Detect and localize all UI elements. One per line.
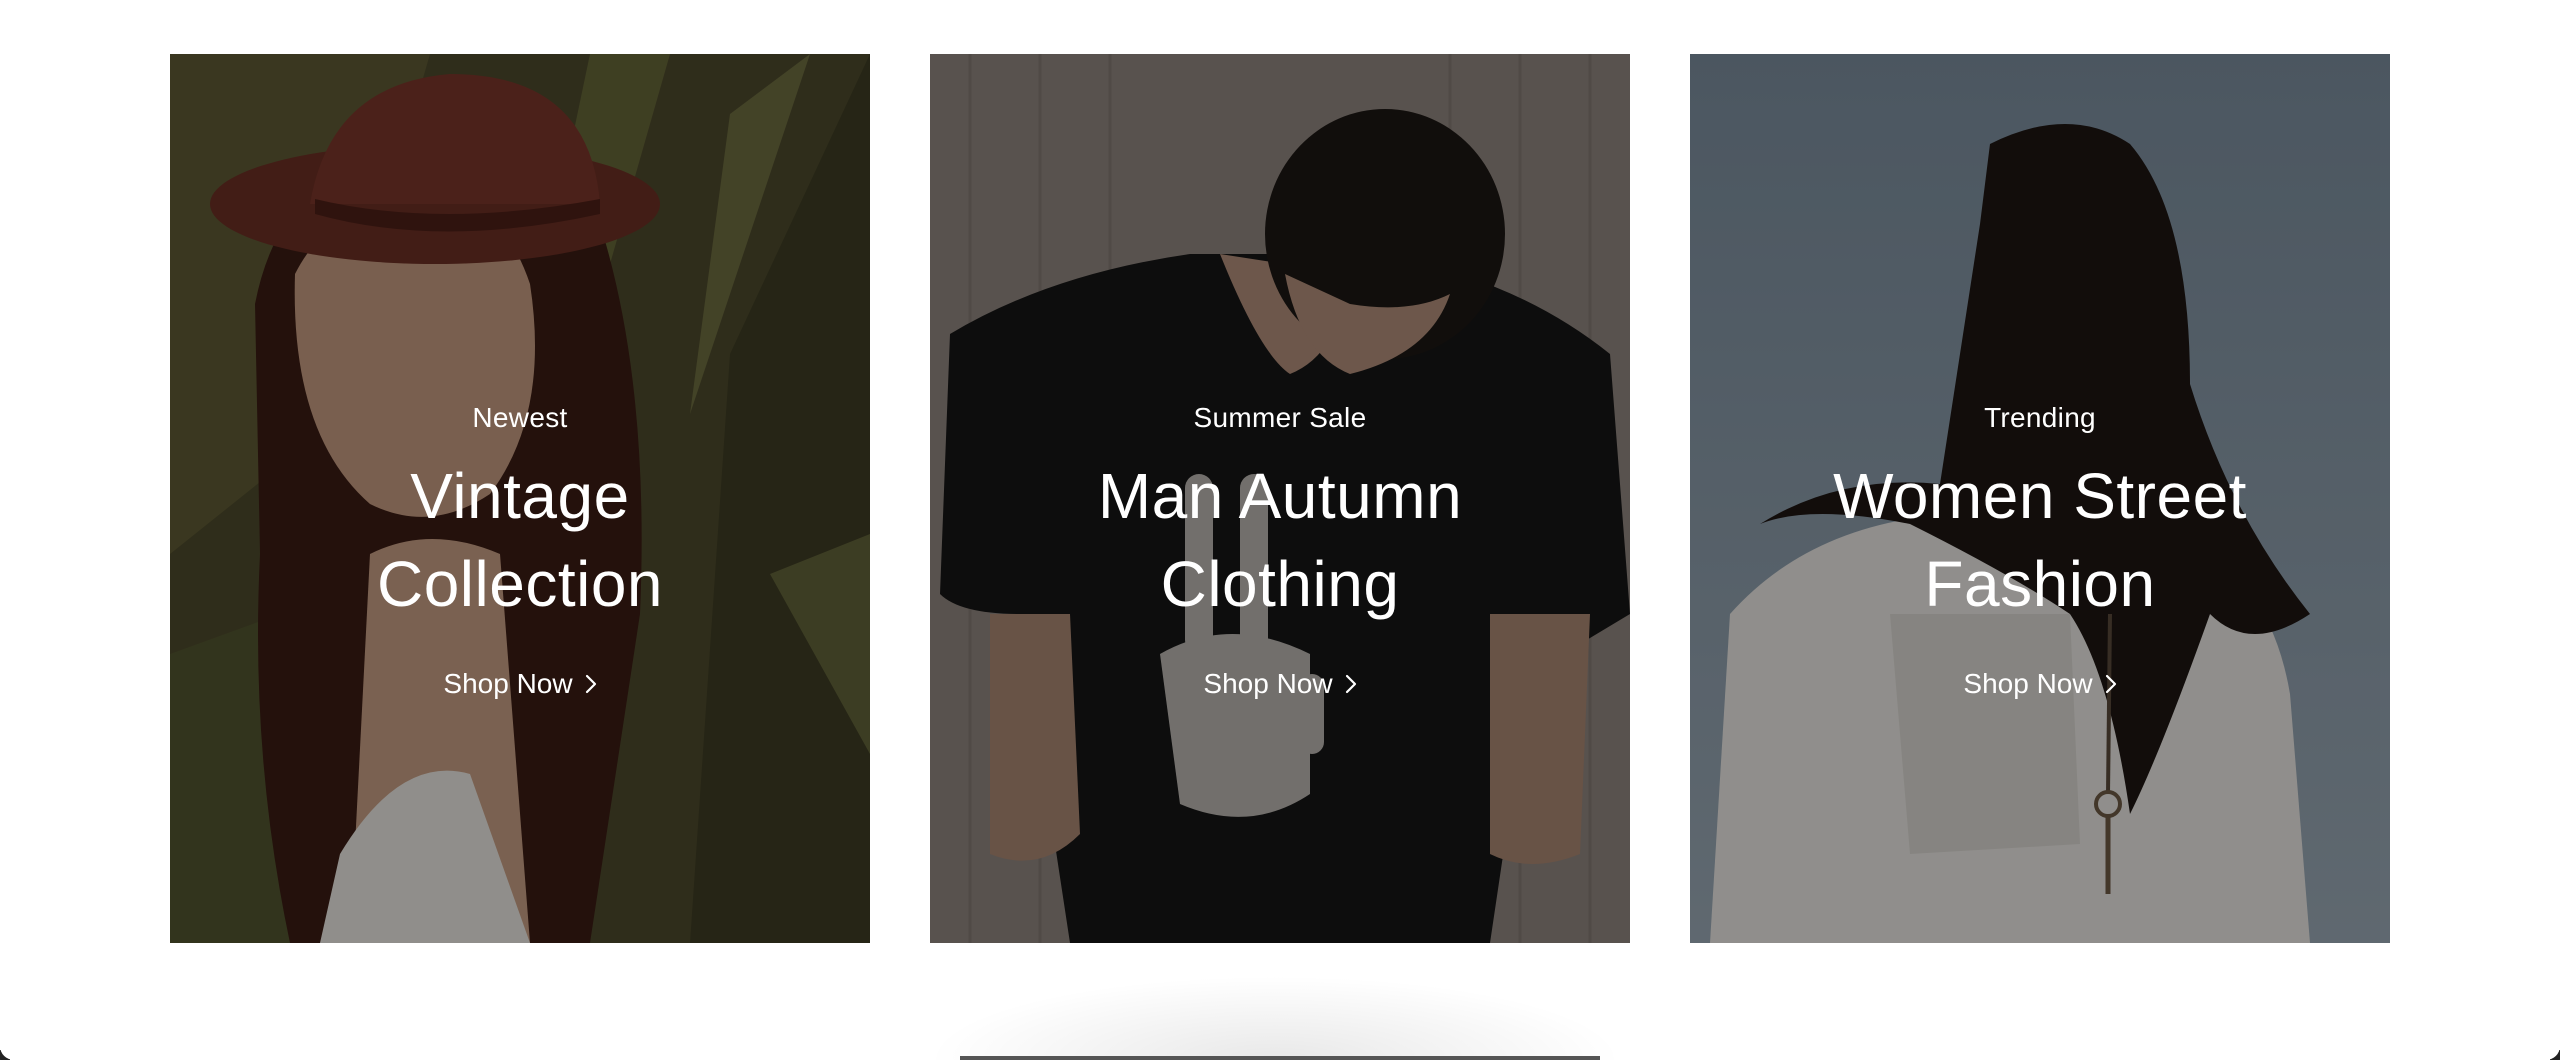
shop-now-link[interactable]: Shop Now bbox=[1963, 666, 2116, 702]
card-title-line-2: Collection bbox=[376, 548, 664, 620]
chevron-right-icon bbox=[585, 674, 596, 694]
card-title-line-2: Clothing bbox=[1160, 548, 1400, 620]
card-content: Summer Sale Man Autumn Clothing Shop Now bbox=[930, 392, 1630, 702]
card-eyebrow: Newest bbox=[472, 402, 568, 433]
card-content: Trending Women Street Fashion Shop Now bbox=[1690, 392, 2390, 702]
card-title-line-1: Women Street bbox=[1833, 460, 2247, 532]
card-title: Man Autumn Clothing bbox=[930, 452, 1630, 628]
card-eyebrow: Trending bbox=[1984, 402, 2096, 433]
collection-banners: Newest Vintage Collection Shop Now Summe… bbox=[170, 54, 2390, 943]
shop-now-label: Shop Now bbox=[1963, 668, 2093, 699]
card-title: Women Street Fashion bbox=[1690, 452, 2390, 628]
card-title-line-2: Fashion bbox=[1924, 548, 2156, 620]
shop-now-label: Shop Now bbox=[443, 668, 573, 699]
floating-element-shadow bbox=[925, 975, 1625, 1060]
card-title-line-1: Man Autumn bbox=[1097, 460, 1463, 532]
collection-card-man-autumn[interactable]: Summer Sale Man Autumn Clothing Shop Now bbox=[930, 54, 1630, 943]
collection-card-women-street[interactable]: Trending Women Street Fashion Shop Now bbox=[1690, 54, 2390, 943]
card-content: Newest Vintage Collection Shop Now bbox=[170, 392, 870, 702]
chevron-right-icon bbox=[1345, 674, 1356, 694]
card-title: Vintage Collection bbox=[170, 452, 870, 628]
shop-now-label: Shop Now bbox=[1203, 668, 1333, 699]
shop-now-link[interactable]: Shop Now bbox=[443, 666, 596, 702]
window-corner-right bbox=[2546, 1046, 2560, 1060]
shop-now-link[interactable]: Shop Now bbox=[1203, 666, 1356, 702]
card-eyebrow: Summer Sale bbox=[1193, 402, 1367, 433]
window-corner-left bbox=[0, 1046, 14, 1060]
floating-element-edge bbox=[960, 1056, 1600, 1060]
collection-card-vintage[interactable]: Newest Vintage Collection Shop Now bbox=[170, 54, 870, 943]
chevron-right-icon bbox=[2105, 674, 2116, 694]
card-title-line-1: Vintage bbox=[410, 460, 630, 532]
